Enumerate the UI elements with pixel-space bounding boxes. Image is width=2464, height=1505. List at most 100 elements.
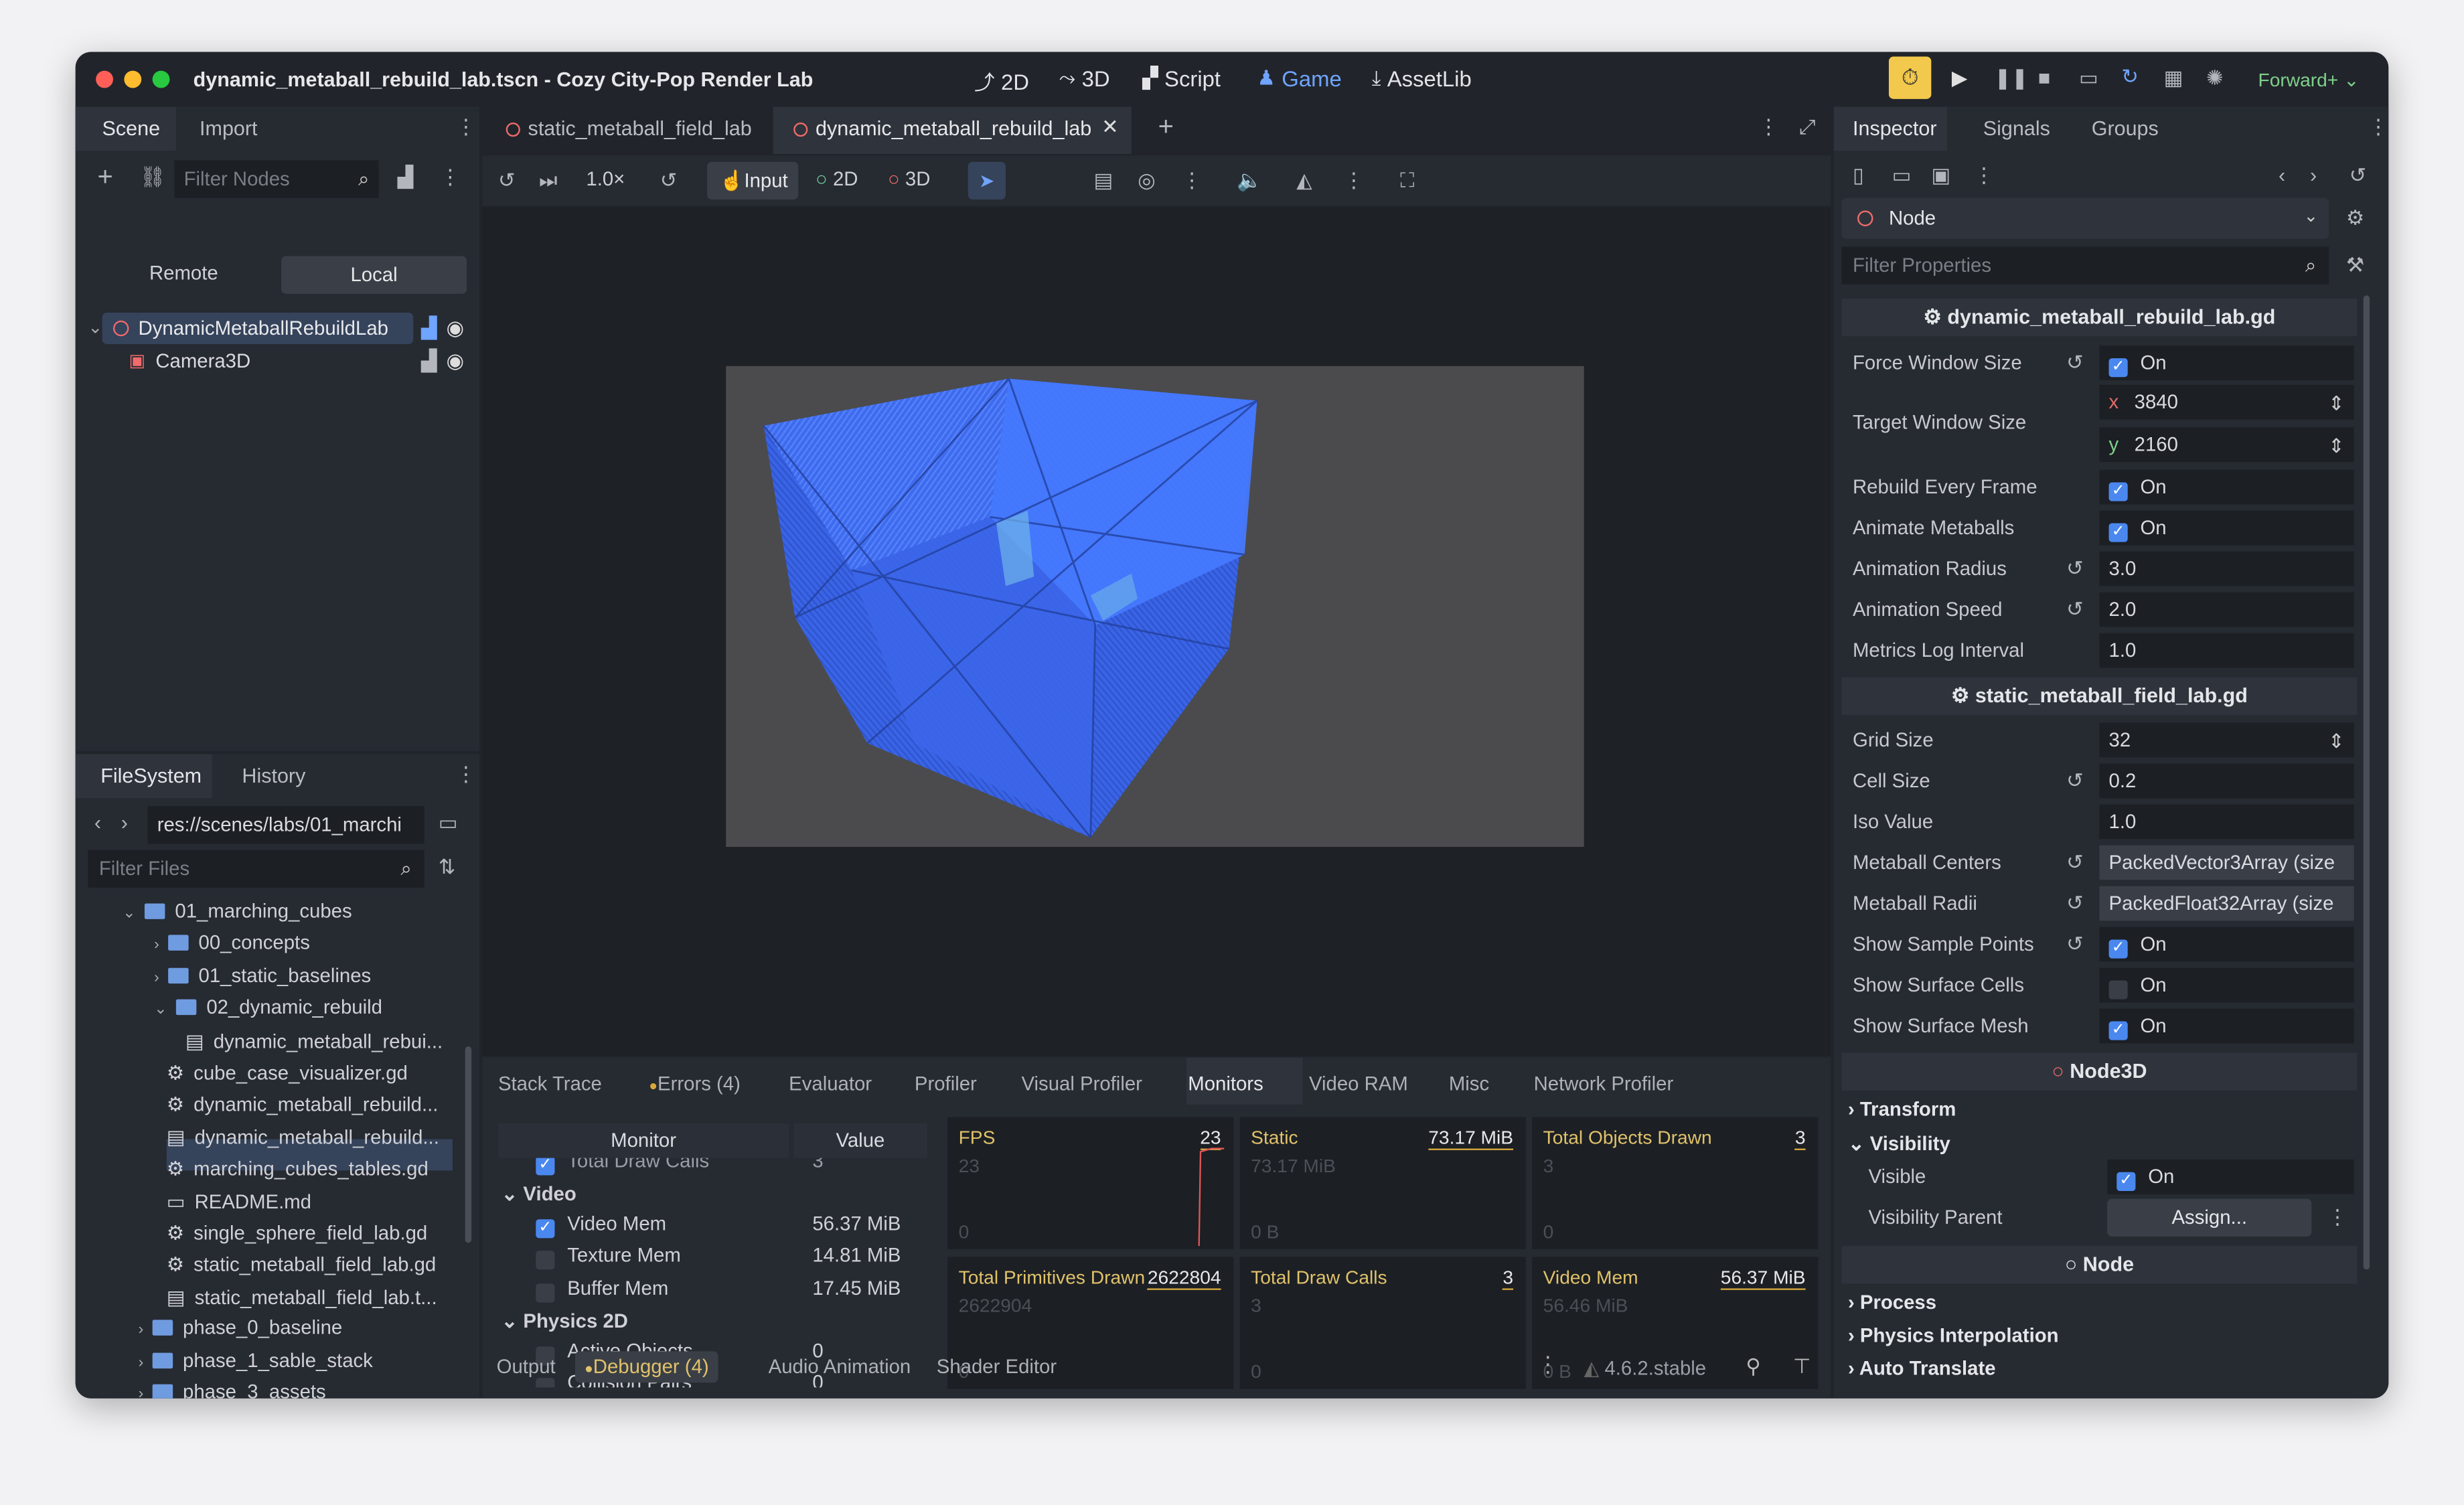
kebab-icon[interactable]: ⋮	[440, 165, 461, 190]
tab-filesystem[interactable]: FileSystem	[75, 754, 212, 799]
tools-icon[interactable]: ⚒	[2346, 253, 2364, 279]
local-button[interactable]: Local	[281, 256, 467, 294]
reset-icon[interactable]: ↺	[2066, 350, 2084, 376]
tab-import[interactable]: Import	[200, 116, 257, 140]
debugger-tab[interactable]: Evaluator	[789, 1073, 872, 1095]
assign-button[interactable]: Assign...	[2107, 1198, 2312, 1237]
input-toggle[interactable]: ☝Input	[707, 161, 799, 200]
play-icon[interactable]: ▶	[1952, 66, 1967, 92]
pin-icon[interactable]: ⚲	[1746, 1354, 1760, 1380]
scrollbar[interactable]	[465, 1046, 472, 1243]
remote-button[interactable]: Remote	[149, 262, 218, 285]
file-item[interactable]: ⚙ single_sphere_field_lab.gd	[167, 1221, 427, 1245]
tab-scene[interactable]: Scene	[75, 106, 176, 151]
menu-script[interactable]: ▞ Script	[1142, 66, 1221, 92]
history-forward-icon[interactable]: ›	[2310, 163, 2317, 187]
monitor-texture-mem[interactable]: ✓Texture Mem	[536, 1245, 681, 1270]
select-cursor-icon[interactable]: ➤	[968, 161, 1006, 200]
group-physics-interpolation[interactable]: › Physics Interpolation	[1848, 1324, 2059, 1346]
movie-icon[interactable]: ▦	[2164, 66, 2183, 92]
menu-game[interactable]: ♟ Game	[1257, 66, 1342, 92]
kebab-icon[interactable]: ⋮	[2327, 1205, 2348, 1231]
more-icon[interactable]: ⋮	[456, 762, 477, 787]
folder-item[interactable]: › phase_3_assets	[139, 1381, 326, 1399]
prop-value[interactable]: 1.0	[2099, 804, 2354, 840]
path-field[interactable]: res://scenes/labs/01_marchi	[147, 805, 425, 844]
bottom-tab[interactable]: ●Debugger (4)	[574, 1351, 718, 1383]
add-node-icon[interactable]: +	[98, 162, 113, 193]
eye-icon[interactable]: ◉	[447, 349, 465, 374]
remote-debug-icon[interactable]: ▭	[2079, 66, 2098, 92]
folder-item[interactable]: › 01_static_baselines	[154, 965, 371, 987]
group-visibility[interactable]: ⌄ Visibility	[1848, 1131, 1950, 1155]
stopwatch-icon[interactable]: ⏱	[1888, 56, 1932, 99]
prop-value[interactable]: ✓On	[2099, 1008, 2354, 1044]
prop-value[interactable]: 2.0	[2099, 592, 2354, 627]
add-tab-icon[interactable]: +	[1158, 112, 1174, 143]
reload-icon[interactable]: ↻	[2121, 64, 2139, 90]
bottom-tab[interactable]: Audio	[769, 1356, 819, 1378]
prop-value[interactable]: ✓On	[2099, 967, 2354, 1003]
next-frame-icon[interactable]: ⏭	[539, 168, 557, 193]
prop-value[interactable]: 3.0	[2099, 551, 2354, 586]
zoom-window-button[interactable]	[152, 70, 170, 88]
visible-toggle[interactable]: ✓ On	[2107, 1160, 2354, 1194]
debugger-tab[interactable]: ●Errors (4)	[649, 1073, 741, 1095]
kebab-icon[interactable]: ⋮	[1182, 168, 1203, 193]
split-view-icon[interactable]: ▭	[439, 811, 458, 836]
menu-2d[interactable]: ⤴ 2D	[974, 66, 1029, 96]
folder-item[interactable]: ⌄ 01_marching_cubes	[123, 900, 352, 923]
link-icon[interactable]: ⛓	[140, 165, 166, 190]
prop-value[interactable]: ✓On	[2099, 510, 2354, 546]
node-section[interactable]: ○ Node	[1841, 1246, 2358, 1284]
debug-icon[interactable]: ✺	[2206, 66, 2224, 92]
open-icon[interactable]: ▭	[1892, 163, 1912, 189]
minimize-window-button[interactable]	[124, 70, 142, 88]
reset-speed-icon[interactable]: ↺	[660, 168, 678, 193]
file-item[interactable]: ⚙ marching_cubes_tables.gd	[167, 1157, 429, 1180]
prop-value[interactable]: ✓On	[2099, 469, 2354, 505]
file-item[interactable]: ⚙ dynamic_metaball_rebuild...	[167, 1093, 439, 1116]
debugger-tab[interactable]: Monitors	[1188, 1073, 1263, 1095]
pause-icon[interactable]: ❚❚	[1994, 66, 2028, 92]
debugger-tab[interactable]: Misc	[1449, 1073, 1489, 1095]
debugger-tab[interactable]: Profiler	[915, 1073, 977, 1095]
debugger-tab[interactable]: Video RAM	[1309, 1073, 1408, 1095]
menu-assetlib[interactable]: ⤓ AssetLib	[1372, 66, 1472, 92]
inspector-scrollbar[interactable]	[2363, 295, 2370, 1270]
stop-icon[interactable]: ■	[2038, 66, 2050, 90]
sort-icon[interactable]: ⇅	[439, 855, 456, 880]
renderer-select[interactable]: Forward+ ⌄	[2258, 69, 2359, 91]
kebab-icon[interactable]: ⋮	[1344, 168, 1365, 193]
game-render[interactable]	[726, 366, 1584, 847]
distraction-free-icon[interactable]: ⤢	[1799, 114, 1815, 140]
prop-value[interactable]: 1.0	[2099, 633, 2354, 668]
mode-3d-button[interactable]: ○ 3D	[888, 168, 930, 190]
tree-item-camera[interactable]: Camera3D	[155, 350, 250, 372]
debugger-tab[interactable]: Stack Trace	[498, 1073, 602, 1095]
close-tab-icon[interactable]: ✕	[1101, 114, 1119, 140]
history-icon[interactable]: ↺	[2350, 163, 2367, 189]
list-select-icon[interactable]: ▤	[1093, 168, 1113, 193]
camera-override-icon[interactable]: ◭	[1296, 168, 1312, 193]
node-selector[interactable]: Node ⌄	[1841, 197, 2329, 239]
game-viewport[interactable]	[482, 207, 1831, 1056]
monitor-video-mem[interactable]: ✓ Video Mem	[536, 1213, 666, 1239]
forward-icon[interactable]: ›	[121, 811, 128, 834]
history-back-icon[interactable]: ‹	[2279, 163, 2285, 187]
prop-value[interactable]: PackedVector3Array (size	[2099, 845, 2354, 880]
close-window-button[interactable]	[96, 70, 113, 88]
tab-groups[interactable]: Groups	[2092, 116, 2159, 140]
save-icon[interactable]: ▣	[1931, 163, 1950, 189]
folder-item[interactable]: › 00_concepts	[154, 933, 310, 955]
node-config-icon[interactable]: ⚙	[2346, 206, 2364, 231]
group-video[interactable]: ⌄ Video	[502, 1182, 576, 1205]
tab-inspector[interactable]: Inspector	[1833, 106, 1947, 151]
file-item[interactable]: ▤ static_metaball_field_lab.t...	[167, 1285, 437, 1309]
reset-icon[interactable]: ↺	[2066, 597, 2084, 623]
reset-icon[interactable]: ↺	[2066, 556, 2084, 582]
prop-value[interactable]: 0.2	[2099, 763, 2354, 799]
filter-nodes-input[interactable]: Filter Nodes ⌕	[174, 160, 379, 198]
prop-value[interactable]: 32 ⇕	[2099, 722, 2354, 758]
script-section-1[interactable]: ⚙ dynamic_metaball_rebuild_lab.gd	[1841, 298, 2358, 337]
